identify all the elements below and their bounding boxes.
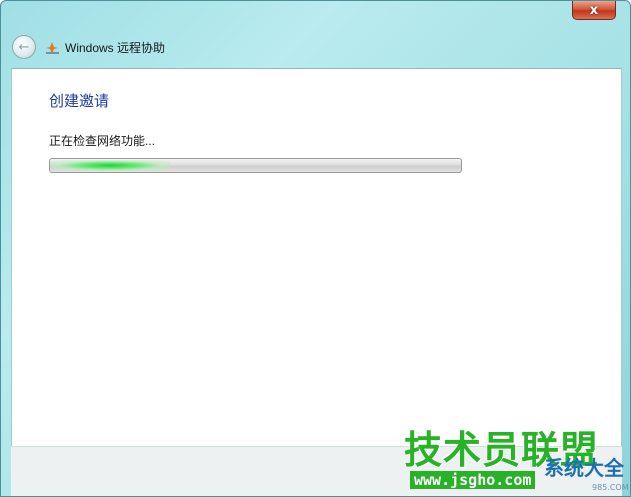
close-icon: x: [589, 2, 599, 18]
navigation-bar: ← Windows 远程协助: [1, 29, 630, 67]
window-title: Windows 远程协助: [65, 41, 166, 55]
close-button[interactable]: x: [572, 1, 616, 20]
back-arrow-icon: ←: [18, 39, 30, 55]
status-text: 正在检查网络功能...: [49, 134, 156, 148]
footer-bar: [11, 446, 622, 496]
page-heading: 创建邀请: [49, 93, 110, 110]
progress-bar: [49, 158, 462, 173]
back-button[interactable]: ←: [12, 35, 36, 59]
remote-assistance-icon: [46, 42, 59, 54]
title-bar[interactable]: x: [1, 1, 630, 29]
remote-assistance-window: x ← Windows 远程协助 创建邀请 正在检查网络功能... 技术员联盟 …: [0, 0, 631, 497]
progress-indicator: [50, 160, 170, 171]
content-pane: 创建邀请 正在检查网络功能...: [11, 68, 622, 446]
